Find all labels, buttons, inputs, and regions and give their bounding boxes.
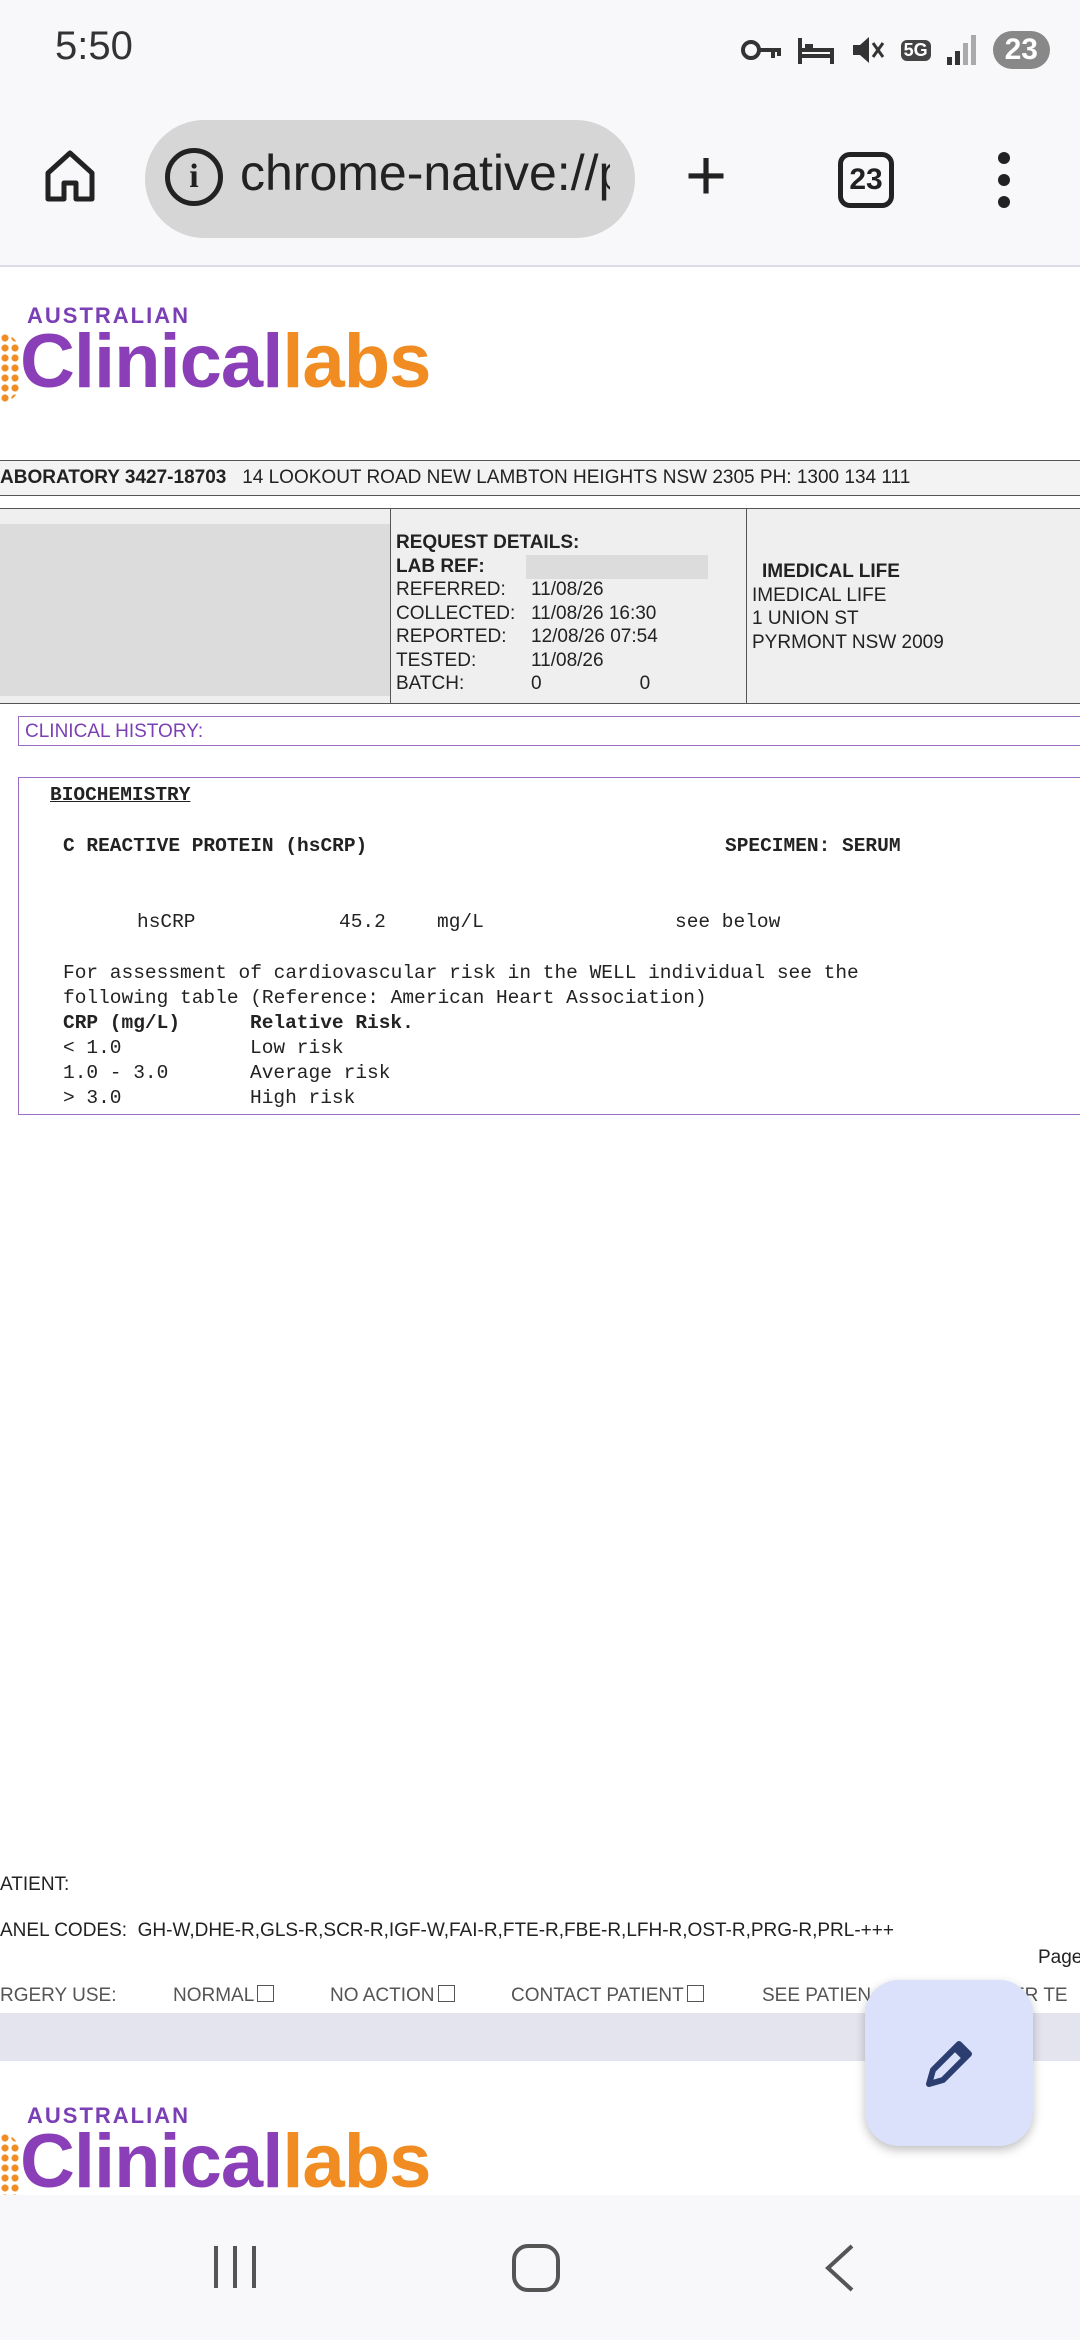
- result-name: hsCRP: [137, 911, 196, 933]
- logo-wordmark: Clinicallabs: [20, 318, 431, 405]
- contact-patient-checkbox[interactable]: [686, 1985, 704, 2002]
- risk-col-1: CRP (mg/L): [63, 1012, 181, 1034]
- lab-id: ABORATORY 3427-18703: [0, 467, 227, 488]
- battery-icon: 23: [992, 31, 1050, 69]
- divider: [390, 509, 391, 703]
- patient-info-redacted: [0, 524, 390, 696]
- logo-labs: labs: [282, 319, 431, 404]
- specimen: SPECIMEN: SERUM: [725, 835, 901, 857]
- more-menu-icon[interactable]: [996, 152, 1012, 208]
- result-unit: mg/L: [437, 911, 484, 933]
- tested-value: 11/08/26: [531, 649, 604, 671]
- panel-codes-value: GH-W,DHE-R,GLS-R,SCR-R,IGF-W,FAI-R,FTE-R…: [137, 1920, 894, 1941]
- status-time: 5:50: [55, 24, 133, 68]
- recent-apps-icon[interactable]: [210, 2242, 260, 2292]
- batch-value-1: 0: [531, 673, 542, 694]
- home-nav-icon[interactable]: [510, 2242, 562, 2294]
- assessment-line-1: For assessment of cardiovascular risk in…: [63, 962, 859, 984]
- risk-level: Low risk: [250, 1037, 344, 1059]
- logo-clinical: Clinical: [20, 2119, 283, 2204]
- no-action-label: NO ACTION: [330, 1985, 435, 2006]
- network-5g-icon: 5G: [900, 39, 931, 61]
- request-values: 11/08/26 11/08/26 16:30 12/08/26 07:54 1…: [531, 578, 658, 696]
- assessment-line-2: following table (Reference: American Hea…: [63, 987, 707, 1009]
- divider: [746, 509, 747, 703]
- referred-value: 11/08/26: [531, 579, 604, 600]
- tab-switcher-button[interactable]: 23: [838, 152, 894, 208]
- lab-address: 14 LOOKOUT ROAD NEW LAMBTON HEIGHTS NSW …: [242, 467, 911, 488]
- patient-label: ATIENT:: [0, 1874, 70, 1895]
- result-value: 45.2: [339, 911, 386, 933]
- risk-range: 1.0 - 3.0: [63, 1062, 169, 1084]
- batch-value-2: 0: [639, 673, 651, 694]
- panel-codes: ANEL CODES: GH-W,DHE-R,GLS-R,SCR-R,IGF-W…: [0, 1920, 894, 1942]
- doctor-address-1: 1 UNION ST: [752, 608, 859, 629]
- logo-dots-icon: [0, 333, 20, 403]
- vpn-key-icon: [740, 40, 781, 60]
- doctor-address-2: PYRMONT NSW 2009: [752, 631, 944, 653]
- lab-ref-label: LAB REF:: [396, 555, 485, 577]
- status-bar: 5:50 5G 23: [0, 0, 1080, 100]
- panel-codes-label: ANEL CODES:: [0, 1920, 128, 1941]
- home-icon[interactable]: [40, 145, 100, 205]
- mute-icon: [852, 37, 884, 63]
- reported-value: 12/08/26 07:54: [531, 626, 658, 647]
- no-action-checkbox[interactable]: [437, 1985, 455, 2002]
- site-info-icon[interactable]: i: [165, 148, 223, 206]
- risk-level: Average risk: [250, 1062, 391, 1084]
- url-text[interactable]: chrome-native://p: [240, 144, 610, 202]
- normal-checkbox[interactable]: [257, 1985, 275, 2002]
- doctor-title: IMEDICAL LIFE: [762, 561, 900, 582]
- test-name: C REACTIVE PROTEIN (hsCRP): [63, 835, 368, 857]
- doctor-address: IMEDICAL LIFE IMEDICAL LIFE 1 UNION ST P…: [752, 560, 944, 654]
- section-title: BIOCHEMISTRY: [50, 784, 191, 806]
- address-bar[interactable]: i chrome-native://p: [145, 120, 635, 238]
- normal-label: NORMAL: [173, 1985, 255, 2006]
- biochemistry-section: BIOCHEMISTRY C REACTIVE PROTEIN (hsCRP) …: [18, 777, 1080, 1115]
- pencil-icon: [926, 2041, 972, 2087]
- request-heading: REQUEST DETAILS:: [396, 532, 580, 553]
- request-details-box: REQUEST DETAILS: LAB REF: REFERRED: COLL…: [0, 508, 1080, 704]
- status-icons: 5G 23: [740, 28, 1050, 72]
- doctor-name: IMEDICAL LIFE: [752, 584, 887, 606]
- surgery-use-label: RGERY USE:: [0, 1985, 117, 2006]
- back-icon[interactable]: [820, 2242, 860, 2294]
- risk-col-2: Relative Risk.: [250, 1012, 414, 1034]
- risk-range: > 3.0: [63, 1087, 122, 1109]
- risk-range: < 1.0: [63, 1037, 122, 1059]
- risk-level: High risk: [250, 1087, 356, 1109]
- edit-button[interactable]: [865, 1980, 1033, 2146]
- see-patient-label: SEE PATIEN: [762, 1985, 872, 2006]
- clinical-history: CLINICAL HISTORY:: [18, 716, 1080, 746]
- lab-address-line: ABORATORY 3427-18703 14 LOOKOUT ROAD NEW…: [0, 460, 1080, 496]
- logo-wordmark: Clinicallabs: [20, 2118, 431, 2205]
- sleep-mode-icon: [797, 38, 834, 64]
- page-label: Page: [1038, 1947, 1080, 1968]
- system-nav-bar: [0, 2195, 1080, 2340]
- result-note: see below: [675, 911, 781, 933]
- logo-labs: labs: [282, 2119, 431, 2204]
- new-tab-button[interactable]: +: [685, 140, 727, 212]
- contact-patient-label: CONTACT PATIENT: [511, 1985, 684, 2006]
- signal-icon: [946, 35, 976, 65]
- logo-dots-icon: [0, 2133, 20, 2203]
- lab-ref-redacted: [526, 555, 708, 579]
- logo-clinical: Clinical: [20, 319, 283, 404]
- collected-value: 11/08/26 16:30: [531, 602, 657, 624]
